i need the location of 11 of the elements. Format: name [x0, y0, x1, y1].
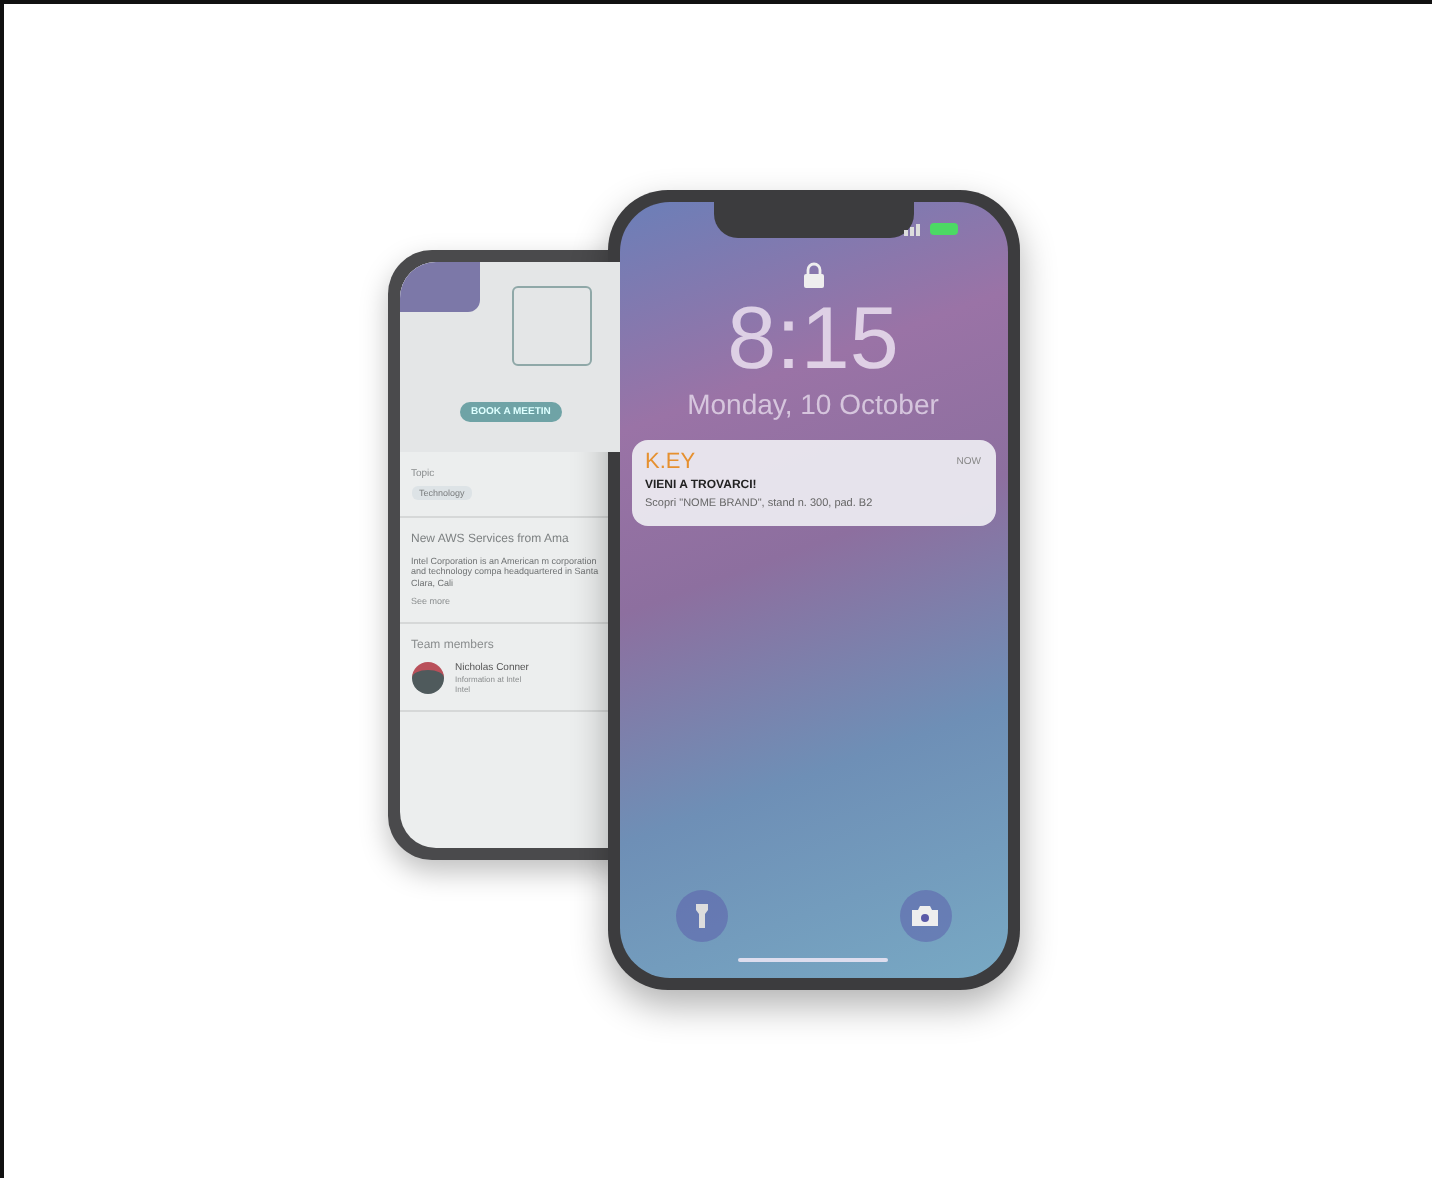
camera-button[interactable] — [899, 890, 951, 942]
logo-placeholder — [511, 286, 591, 366]
clock-time: 8:15 — [727, 296, 899, 384]
lock-date: Monday, 10 October — [687, 388, 939, 420]
avatar — [411, 661, 443, 694]
status-icons — [903, 222, 963, 236]
lock-icon — [803, 262, 823, 288]
app-name: K.EY — [645, 450, 696, 474]
flashlight-icon — [695, 904, 707, 928]
camera-icon — [912, 906, 938, 926]
flashlight-button[interactable] — [675, 890, 727, 942]
